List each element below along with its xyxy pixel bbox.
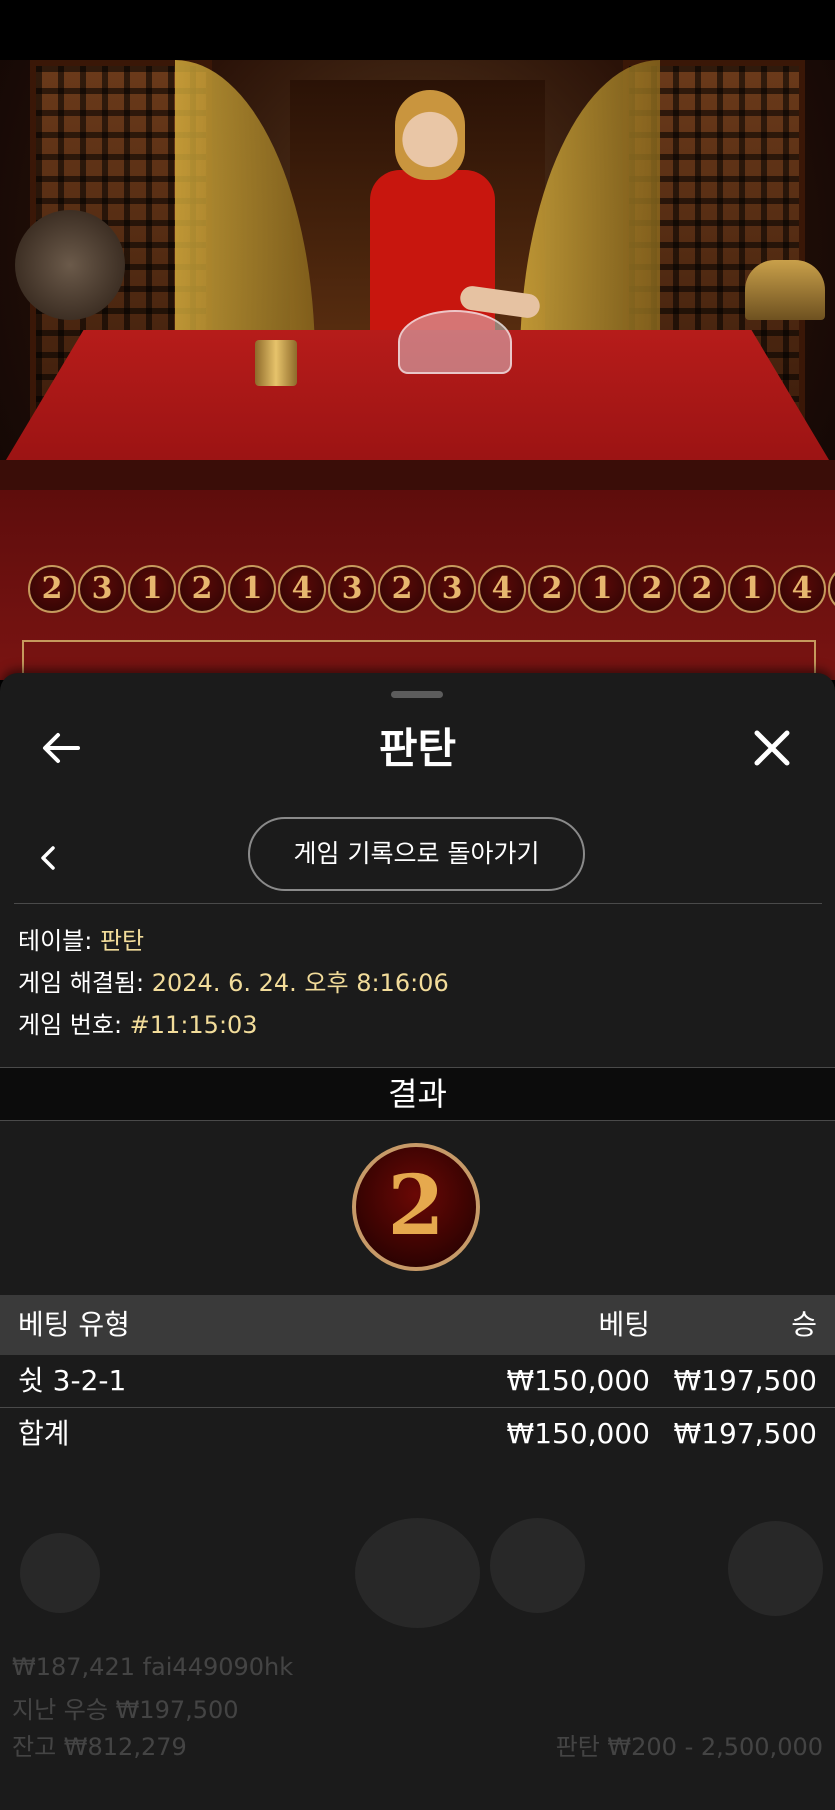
game-number-info-line: 게임 번호: #11:15:03 <box>18 1007 258 1043</box>
history-result-ball: 1 <box>128 565 176 613</box>
resolved-value: 2024. 6. 24. 오후 8:16:06 <box>151 969 449 997</box>
resolved-info-line: 게임 해결됨: 2024. 6. 24. 오후 8:16:06 <box>18 965 449 1001</box>
chevron-left-icon[interactable] <box>33 838 63 878</box>
header-win: 승 <box>791 1308 817 1341</box>
table-value: 판탄 <box>99 927 145 955</box>
history-result-ball: 2 <box>378 565 426 613</box>
last-win-text: 지난 우승 ₩197,500 <box>12 1696 239 1724</box>
result-header: 결과 <box>0 1067 835 1121</box>
limits-text: 판탄 ₩200 - 2,500,000 <box>555 1733 823 1761</box>
total-bet-amount: ₩150,000 <box>506 1417 650 1450</box>
chip-icon <box>355 1518 480 1628</box>
balance-line: ₩187,421 fai449090hk <box>12 1653 294 1681</box>
history-result-ball: 3 <box>428 565 476 613</box>
result-ball: 2 <box>352 1143 480 1271</box>
status-bar <box>0 0 835 60</box>
total-row: 합계 ₩150,000 ₩197,500 <box>0 1408 835 1460</box>
game-detail-sheet: 판탄 게임 기록으로 돌아가기 테이블: 판탄 게임 해결됨: 2024. 6.… <box>0 673 835 1810</box>
sheet-title: 판탄 <box>378 724 457 773</box>
resolved-label: 게임 해결됨: <box>18 969 152 997</box>
history-result-ball: 1 <box>228 565 276 613</box>
game-table-edge <box>0 460 835 490</box>
history-result-ball: 2 <box>178 565 226 613</box>
balance-text: 잔고 ₩812,279 <box>12 1733 187 1761</box>
history-result-ball: 1 <box>828 565 835 613</box>
row-bet-amount: ₩150,000 <box>506 1364 650 1397</box>
dealer-head <box>395 90 465 180</box>
history-result-ball: 4 <box>478 565 526 613</box>
bet-table-header: 베팅 유형 베팅 승 <box>0 1295 835 1355</box>
results-history-row: 23121432342122141 <box>28 565 835 617</box>
total-win-amount: ₩197,500 <box>673 1417 817 1450</box>
history-result-ball: 3 <box>78 565 126 613</box>
header-bet: 베팅 <box>598 1308 650 1341</box>
brass-cup <box>255 340 297 386</box>
row-bet-type: 쉿 3-2-1 <box>18 1364 127 1397</box>
total-label: 합계 <box>18 1417 70 1450</box>
header-bet-type: 베팅 유형 <box>18 1308 130 1341</box>
back-to-history-button[interactable]: 게임 기록으로 돌아가기 <box>248 817 585 891</box>
row-win-amount: ₩197,500 <box>673 1364 817 1397</box>
table-label: 테이블: <box>18 927 100 955</box>
decor-dragon-statue <box>745 260 825 320</box>
history-result-ball: 4 <box>278 565 326 613</box>
undo-icon <box>490 1518 585 1613</box>
table-row: 쉿 3-2-1 ₩150,000 ₩197,500 <box>0 1355 835 1408</box>
history-result-ball: 1 <box>578 565 626 613</box>
history-result-ball: 4 <box>778 565 826 613</box>
sheet-drag-handle[interactable] <box>391 691 443 698</box>
menu-icon <box>728 1521 823 1616</box>
decor-plant <box>15 210 125 320</box>
history-result-ball: 2 <box>628 565 676 613</box>
history-result-ball: 1 <box>728 565 776 613</box>
close-icon[interactable] <box>752 728 792 768</box>
game-number-value: #11:15:03 <box>129 1011 258 1039</box>
table-info-line: 테이블: 판탄 <box>18 923 144 959</box>
divider <box>14 903 822 904</box>
history-result-ball: 3 <box>328 565 376 613</box>
history-result-ball: 2 <box>678 565 726 613</box>
glass-bowl <box>398 310 512 374</box>
history-result-ball: 2 <box>528 565 576 613</box>
history-result-ball: 2 <box>28 565 76 613</box>
menu-grid-icon <box>20 1533 100 1613</box>
game-number-label: 게임 번호: <box>18 1011 130 1039</box>
